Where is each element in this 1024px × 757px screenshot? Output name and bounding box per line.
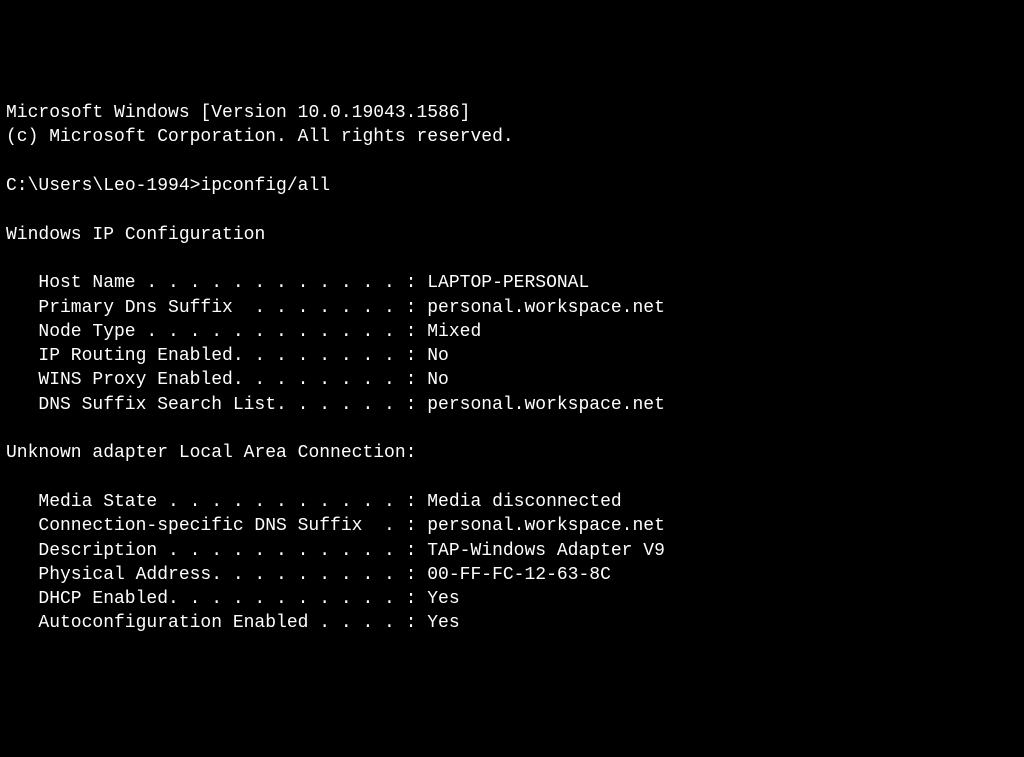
wins-proxy-value: No: [416, 370, 448, 390]
host-name-row: Host Name . . . . . . . . . . . . : LAPT…: [6, 271, 1018, 295]
dns-suffix-list-label: DNS Suffix Search List. . . . . . :: [38, 395, 416, 415]
prompt-line: C:\Users\Leo-1994>ipconfig/all: [6, 174, 1018, 198]
node-type-value: Mixed: [416, 322, 481, 342]
description-row: Description . . . . . . . . . . . : TAP-…: [6, 539, 1018, 563]
physical-addr-label: Physical Address. . . . . . . . . :: [38, 565, 416, 585]
dns-suffix-list-row: DNS Suffix Search List. . . . . . : pers…: [6, 393, 1018, 417]
node-type-row: Node Type . . . . . . . . . . . . : Mixe…: [6, 320, 1018, 344]
dhcp-row: DHCP Enabled. . . . . . . . . . . : Yes: [6, 587, 1018, 611]
blank-line: [6, 417, 1018, 441]
prompt-path: C:\Users\Leo-1994>: [6, 176, 200, 196]
dhcp-value: Yes: [416, 589, 459, 609]
blank-line: [6, 247, 1018, 271]
conn-dns-row: Connection-specific DNS Suffix . : perso…: [6, 514, 1018, 538]
ip-routing-value: No: [416, 346, 448, 366]
blank-line: [6, 150, 1018, 174]
physical-addr-value: 00-FF-FC-12-63-8C: [416, 565, 610, 585]
media-state-value: Media disconnected: [416, 492, 621, 512]
conn-dns-value: personal.workspace.net: [416, 516, 664, 536]
primary-dns-value: personal.workspace.net: [416, 298, 664, 318]
host-name-label: Host Name . . . . . . . . . . . . :: [38, 273, 416, 293]
physical-addr-row: Physical Address. . . . . . . . . : 00-F…: [6, 563, 1018, 587]
ip-routing-label: IP Routing Enabled. . . . . . . . :: [38, 346, 416, 366]
blank-line: [6, 466, 1018, 490]
wins-proxy-label: WINS Proxy Enabled. . . . . . . . :: [38, 370, 416, 390]
primary-dns-label: Primary Dns Suffix . . . . . . . :: [38, 298, 416, 318]
wins-proxy-row: WINS Proxy Enabled. . . . . . . . : No: [6, 368, 1018, 392]
ipconfig-title: Windows IP Configuration: [6, 223, 1018, 247]
node-type-label: Node Type . . . . . . . . . . . . :: [38, 322, 416, 342]
ip-routing-row: IP Routing Enabled. . . . . . . . : No: [6, 344, 1018, 368]
prompt-command: ipconfig/all: [200, 176, 330, 196]
media-state-row: Media State . . . . . . . . . . . : Medi…: [6, 490, 1018, 514]
autoconfig-row: Autoconfiguration Enabled . . . . : Yes: [6, 611, 1018, 635]
dhcp-label: DHCP Enabled. . . . . . . . . . . :: [38, 589, 416, 609]
media-state-label: Media State . . . . . . . . . . . :: [38, 492, 416, 512]
autoconfig-value: Yes: [416, 613, 459, 633]
adapter-title: Unknown adapter Local Area Connection:: [6, 441, 1018, 465]
description-label: Description . . . . . . . . . . . :: [38, 541, 416, 561]
blank-line: [6, 198, 1018, 222]
conn-dns-label: Connection-specific DNS Suffix . :: [38, 516, 416, 536]
primary-dns-row: Primary Dns Suffix . . . . . . . : perso…: [6, 296, 1018, 320]
dns-suffix-list-value: personal.workspace.net: [416, 395, 664, 415]
copyright-line: (c) Microsoft Corporation. All rights re…: [6, 125, 1018, 149]
host-name-value: LAPTOP-PERSONAL: [416, 273, 589, 293]
version-line: Microsoft Windows [Version 10.0.19043.15…: [6, 101, 1018, 125]
description-value: TAP-Windows Adapter V9: [416, 541, 664, 561]
autoconfig-label: Autoconfiguration Enabled . . . . :: [38, 613, 416, 633]
